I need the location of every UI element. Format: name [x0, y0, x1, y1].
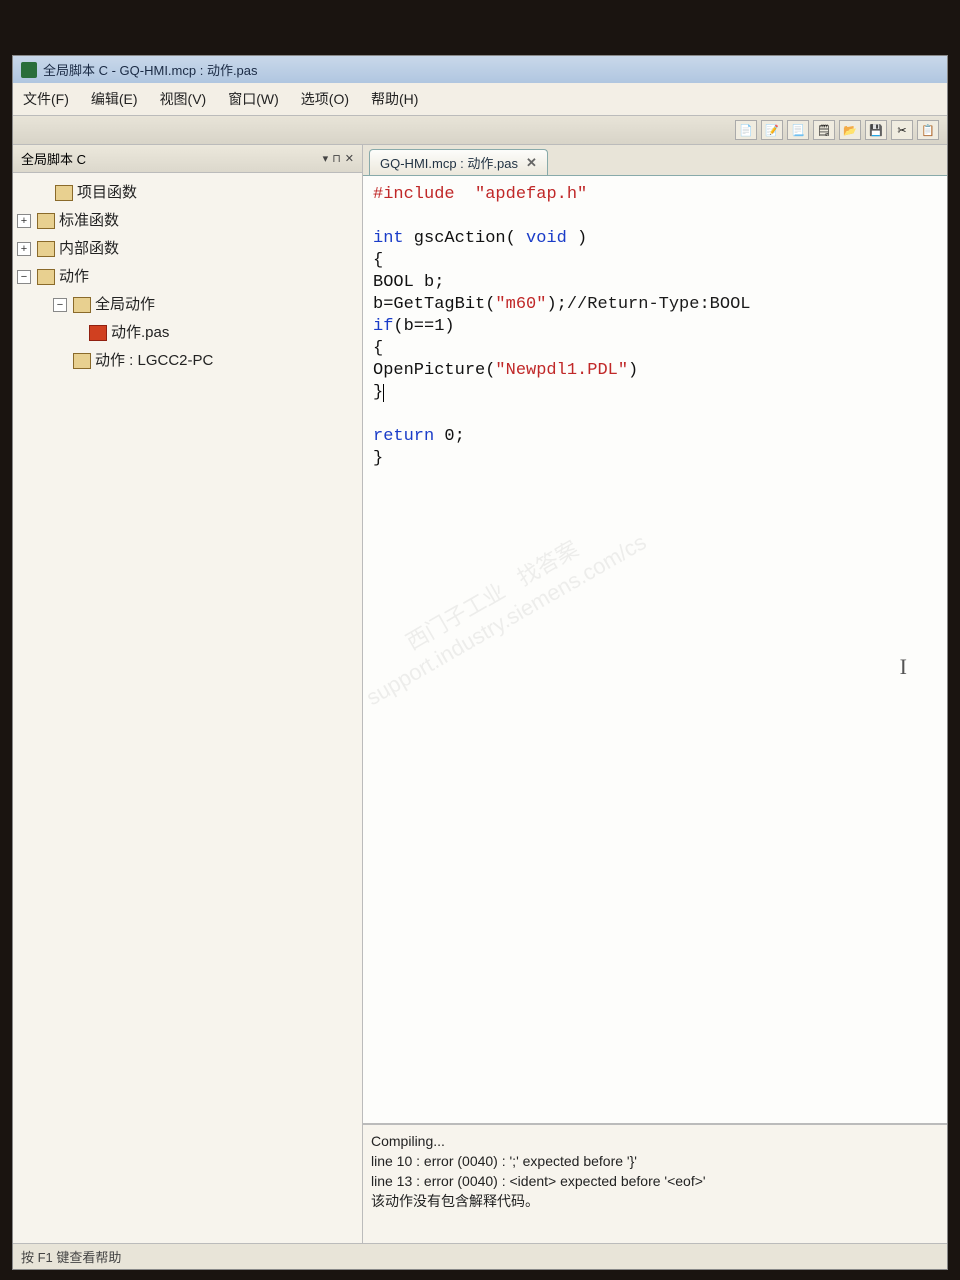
tab-close-icon[interactable]: ✕ [526, 155, 537, 171]
folder-icon [37, 241, 55, 257]
code-token: 0; [434, 427, 465, 446]
tool-new-icon[interactable]: 📄 [735, 120, 757, 140]
main-area: GQ-HMI.mcp : 动作.pas ✕ #include "apdefap.… [363, 145, 947, 1243]
code-token: OpenPicture( [373, 361, 495, 380]
code-token: b=GetTagBit( [373, 295, 495, 314]
tree-item-standard-fn[interactable]: + 标准函数 [17, 207, 358, 235]
folder-icon [73, 353, 91, 369]
sidebar-close-icon[interactable]: ✕ [345, 152, 354, 165]
toolbar: 📄 📝 📃 🗒 📂 💾 ✂ 📋 [13, 115, 947, 145]
menubar: 文件(F) 编辑(E) 视图(V) 窗口(W) 选项(O) 帮助(H) [13, 83, 947, 115]
code-token: ) [567, 229, 587, 248]
statusbar: 按 F1 键查看帮助 [13, 1243, 947, 1269]
code-token: "apdefap.h" [475, 185, 587, 204]
titlebar[interactable]: 全局脚本 C - GQ-HMI.mcp : 动作.pas [13, 56, 947, 83]
status-text: 按 F1 键查看帮助 [21, 1250, 121, 1265]
tool-save-icon[interactable]: 💾 [865, 120, 887, 140]
code-token: return [373, 427, 434, 446]
menu-file[interactable]: 文件(F) [23, 89, 69, 109]
sidebar-header: 全局脚本 C ▾ ⊓ ✕ [13, 145, 362, 173]
code-token: ) [628, 361, 638, 380]
code-token: if [373, 317, 393, 336]
folder-icon [55, 185, 73, 201]
sidebar-pin-icon[interactable]: ⊓ [332, 152, 341, 165]
code-token: (b==1) [393, 317, 454, 336]
menu-view[interactable]: 视图(V) [160, 89, 207, 109]
expand-icon[interactable]: + [17, 242, 31, 256]
tree-view: 项目函数 + 标准函数 + 内部函数 − 动作 − [13, 173, 362, 381]
collapse-icon[interactable]: − [53, 298, 67, 312]
output-line: line 10 : error (0040) : ';' expected be… [371, 1151, 939, 1171]
tree-item-project-fn[interactable]: 项目函数 [17, 179, 358, 207]
folder-icon [37, 213, 55, 229]
code-token: #include [373, 185, 455, 204]
tool-copy-icon[interactable]: 📋 [917, 120, 939, 140]
expand-icon[interactable]: + [17, 214, 31, 228]
code-editor[interactable]: #include "apdefap.h" int gscAction( void… [363, 176, 947, 1123]
code-token: ); [546, 295, 566, 314]
code-token: } [373, 449, 383, 468]
code-token: { [373, 251, 383, 270]
app-icon [21, 62, 37, 78]
sidebar-dropdown-icon[interactable]: ▾ [323, 152, 329, 165]
code-token: //Return-Type:BOOL [567, 295, 751, 314]
sidebar: 全局脚本 C ▾ ⊓ ✕ 项目函数 + 标准函数 [13, 145, 363, 1243]
code-token: BOOL b; [373, 273, 444, 292]
tool-page-icon[interactable]: 📃 [787, 120, 809, 140]
tool-cut-icon[interactable]: ✂ [891, 120, 913, 140]
editor-tabs: GQ-HMI.mcp : 动作.pas ✕ [363, 145, 947, 176]
tool-doc-icon[interactable]: 🗒 [813, 120, 835, 140]
output-line: Compiling... [371, 1131, 939, 1151]
window-title: 全局脚本 C - GQ-HMI.mcp : 动作.pas [43, 60, 258, 79]
output-line: 该动作没有包含解释代码。 [371, 1191, 939, 1211]
code-token: { [373, 339, 383, 358]
code-token: void [526, 229, 567, 248]
tool-open-icon[interactable]: 📂 [839, 120, 861, 140]
menu-options[interactable]: 选项(O) [301, 89, 349, 109]
app-window: 全局脚本 C - GQ-HMI.mcp : 动作.pas 文件(F) 编辑(E)… [12, 55, 948, 1270]
tree-item-action-pas[interactable]: 动作.pas [17, 319, 358, 347]
tool-script-icon[interactable]: 📝 [761, 120, 783, 140]
tree-item-internal-fn[interactable]: + 内部函数 [17, 235, 358, 263]
text-caret-icon [383, 384, 384, 402]
tree-item-actions[interactable]: − 动作 [17, 263, 358, 291]
tree-item-global-actions[interactable]: − 全局动作 [17, 291, 358, 319]
folder-icon [73, 297, 91, 313]
sidebar-title: 全局脚本 C [21, 149, 86, 168]
output-line: line 13 : error (0040) : <ident> expecte… [371, 1171, 939, 1191]
tab-label: GQ-HMI.mcp : 动作.pas [380, 153, 518, 172]
ibeam-cursor-icon: I [900, 656, 907, 678]
output-panel[interactable]: Compiling... line 10 : error (0040) : ';… [363, 1123, 947, 1243]
menu-edit[interactable]: 编辑(E) [91, 89, 138, 109]
code-token: "m60" [495, 295, 546, 314]
code-token: } [373, 383, 383, 402]
menu-window[interactable]: 窗口(W) [228, 89, 279, 109]
code-token: "Newpdl1.PDL" [495, 361, 628, 380]
folder-icon [37, 269, 55, 285]
action-file-icon [89, 325, 107, 341]
collapse-icon[interactable]: − [17, 270, 31, 284]
tab-action-pas[interactable]: GQ-HMI.mcp : 动作.pas ✕ [369, 149, 548, 175]
menu-help[interactable]: 帮助(H) [371, 89, 418, 109]
code-token: int [373, 229, 404, 248]
tree-item-action-pc[interactable]: 动作 : LGCC2-PC [17, 347, 358, 375]
code-token: gscAction( [404, 229, 526, 248]
